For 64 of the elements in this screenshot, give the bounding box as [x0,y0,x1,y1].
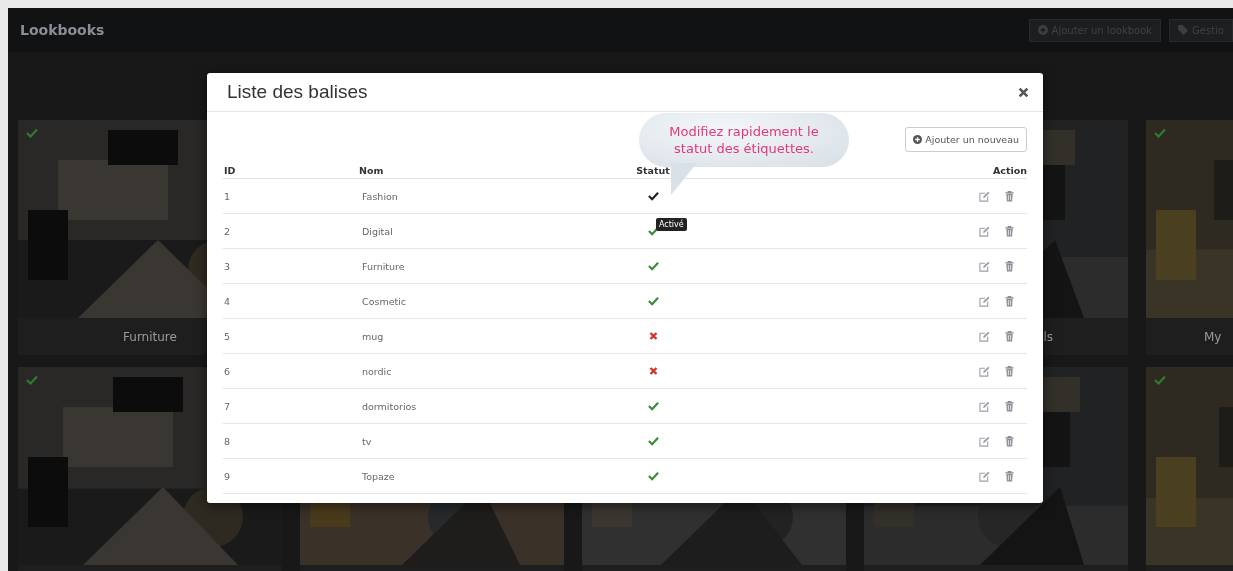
edit-icon[interactable] [979,435,990,447]
column-header: ID [223,164,236,176]
edit-icon[interactable] [979,295,990,307]
table-cell: 9 [223,470,231,482]
check-icon[interactable] [647,436,659,446]
add-new-button[interactable]: Ajouter un nouveau [905,127,1027,152]
table-cell: 7 [223,400,231,412]
edit-icon[interactable] [979,260,990,272]
trash-icon[interactable] [1004,190,1015,202]
check-icon [1154,375,1166,385]
lookbook-card[interactable]: My [1146,120,1233,355]
table-cell-text: nordic [361,365,392,377]
table-cell-text: Digital [361,225,393,237]
edit-icon[interactable] [979,400,990,412]
table-cell: 8 [223,435,231,447]
trash-icon[interactable] [1004,435,1015,447]
table-cell: 4 [223,295,231,307]
check-icon[interactable] [647,191,659,201]
page-title: Lookbooks [20,22,105,38]
trash-icon[interactable] [1004,260,1015,272]
trash-icon[interactable] [1004,365,1015,377]
card-title: My [1204,329,1222,344]
card-title: ls [1043,329,1053,344]
cross-icon[interactable] [647,331,659,341]
trash-icon[interactable] [1004,400,1015,412]
table-cell-text: Topaze [361,470,395,482]
cross-icon[interactable] [647,366,659,376]
table-cell-text: mug [361,330,384,342]
edit-icon[interactable] [979,365,990,377]
trash-icon[interactable] [1004,470,1015,482]
table-cell-text: Furniture [361,260,405,272]
table-cell: 3 [223,260,231,272]
card-title: Furniture [123,329,177,344]
plus-circle-icon [913,135,923,144]
edit-icon[interactable] [979,470,990,482]
plus-circle-icon [1037,25,1048,35]
trash-icon[interactable] [1004,295,1015,307]
edit-icon[interactable] [979,225,990,237]
table-cell: 2 [223,225,231,237]
trash-icon[interactable] [1004,225,1015,237]
table-cell-text: Fashion [361,190,398,202]
check-icon[interactable] [647,261,659,271]
check-icon[interactable] [647,296,659,306]
edit-icon[interactable] [979,190,990,202]
column-header: Nom [359,164,384,176]
check-icon [1154,128,1166,138]
check-icon [26,375,38,385]
dialog-title: Liste des balises [227,81,368,103]
table-cell: 1 [223,190,231,202]
check-icon[interactable] [647,471,659,481]
table-cell-text: dormitorios [361,400,417,412]
check-icon [26,128,38,138]
table-cell: 6 [223,365,231,377]
table-cell-text: tv [361,435,372,447]
check-icon[interactable] [647,401,659,411]
column-header: Action [991,164,1027,176]
table-cell: 5 [223,330,231,342]
close-icon[interactable] [1018,86,1029,98]
tooltip: Activé [656,218,687,231]
tag-icon [1178,25,1189,35]
table-cell-text: Cosmetic [361,295,407,307]
trash-icon[interactable] [1004,330,1015,342]
column-header: Statut [635,164,671,176]
edit-icon[interactable] [979,330,990,342]
